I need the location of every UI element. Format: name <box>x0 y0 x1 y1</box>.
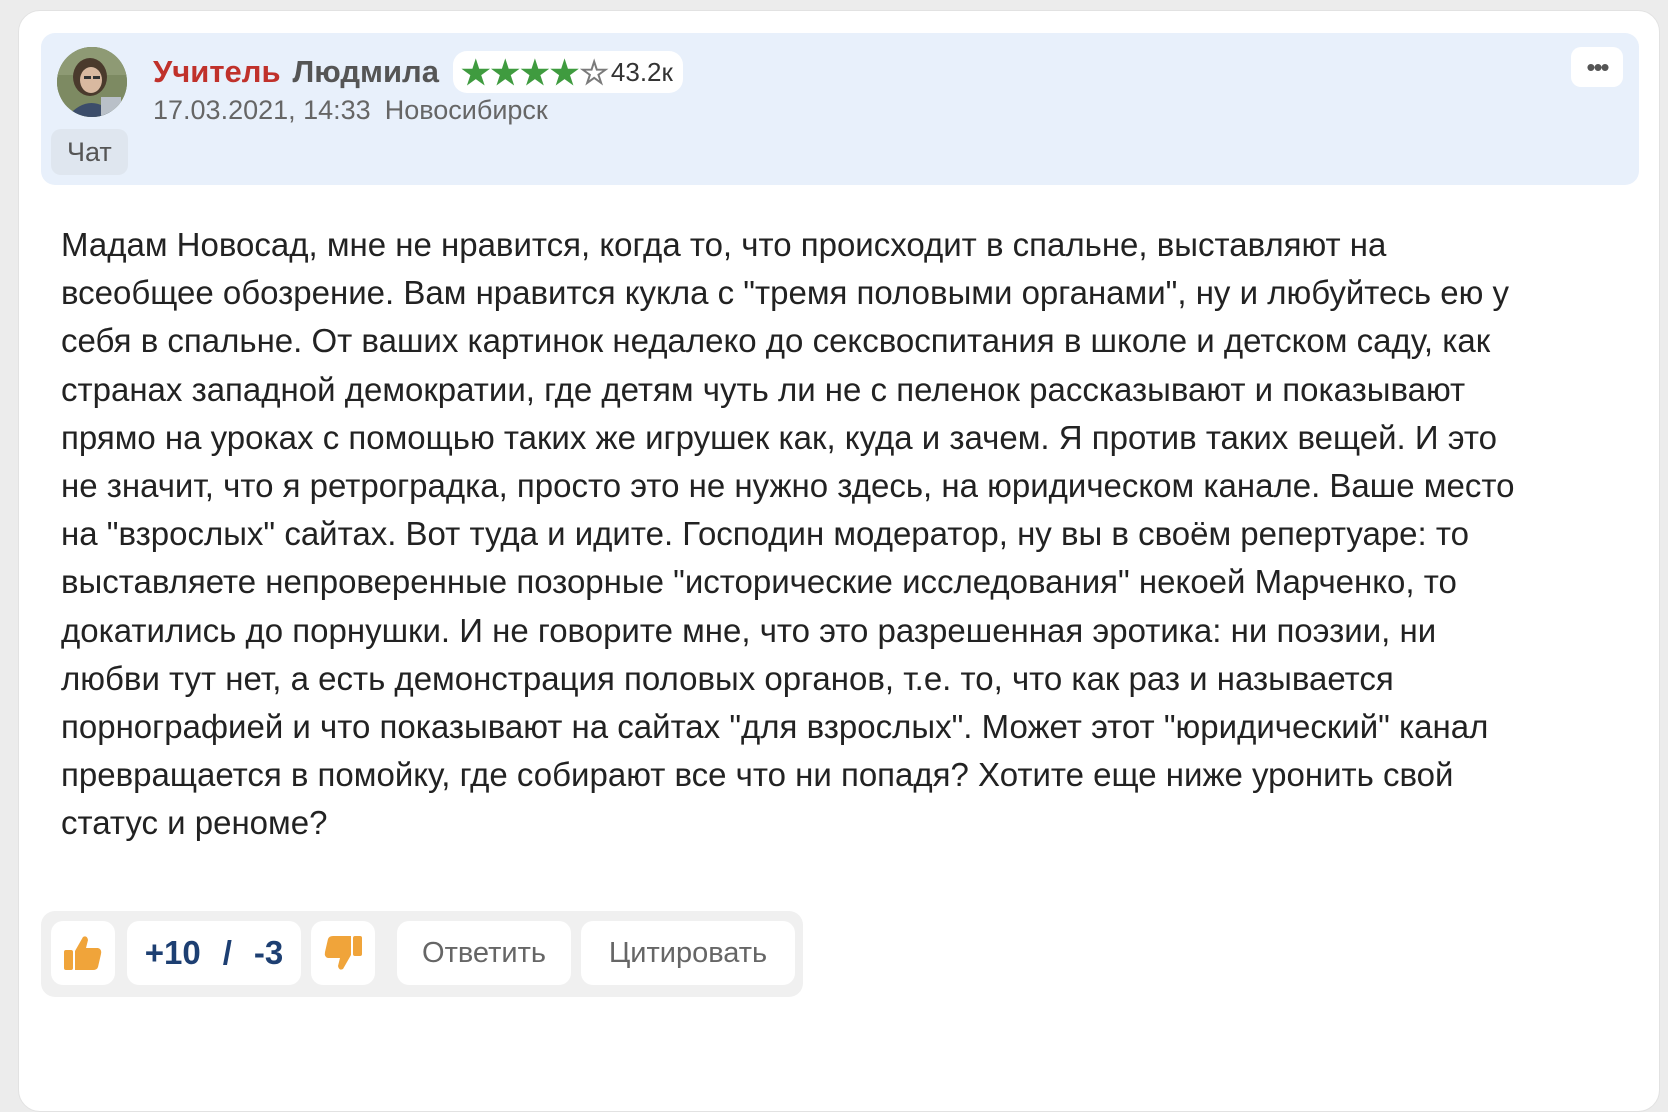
vote-plus: +10 <box>144 934 201 971</box>
vote-minus: -3 <box>253 934 284 971</box>
comment-text: Мадам Новосад, мне не нравится, когда то… <box>61 226 1515 842</box>
avatar-image <box>57 47 127 117</box>
quote-button[interactable]: Цитировать <box>581 921 795 985</box>
like-button[interactable] <box>51 921 115 985</box>
author-name[interactable]: Людмила <box>293 54 439 90</box>
star-icon: ★ <box>490 53 521 91</box>
dislike-button[interactable] <box>311 921 375 985</box>
author-city: Новосибирск <box>384 95 548 125</box>
chat-button[interactable]: Чат <box>51 129 128 175</box>
star-icon: ★ <box>549 53 580 91</box>
author-row: Учитель Людмила ★ ★ ★ ★ ☆ 43.2к <box>153 51 683 93</box>
comment-card: Учитель Людмила ★ ★ ★ ★ ☆ 43.2к 17.03.20… <box>18 10 1660 1112</box>
star-icon: ★ <box>520 53 550 91</box>
comment-actions: +10 / -3 Ответить Цитировать <box>41 911 803 997</box>
reply-button[interactable]: Ответить <box>397 921 571 985</box>
comment-datetime: 17.03.2021, 14:33 <box>153 95 371 125</box>
more-dots-icon: ••• <box>1586 51 1609 82</box>
rating-count: 43.2к <box>610 56 673 87</box>
comment-meta: 17.03.2021, 14:33 Новосибирск <box>153 95 548 126</box>
author-rating[interactable]: ★ ★ ★ ★ ☆ 43.2к <box>452 51 683 93</box>
comment-header: Учитель Людмила ★ ★ ★ ★ ☆ 43.2к 17.03.20… <box>41 33 1639 185</box>
avatar[interactable] <box>57 47 127 117</box>
thumbs-up-icon <box>64 936 102 970</box>
vote-score: +10 / -3 <box>127 921 301 985</box>
vote-separator: / <box>222 934 232 971</box>
more-options-button[interactable]: ••• <box>1571 47 1623 87</box>
star-icon: ★ <box>460 53 491 91</box>
thumbs-down-icon <box>324 936 362 970</box>
author-rank[interactable]: Учитель <box>153 54 281 90</box>
star-outline-icon: ☆ <box>579 53 609 91</box>
